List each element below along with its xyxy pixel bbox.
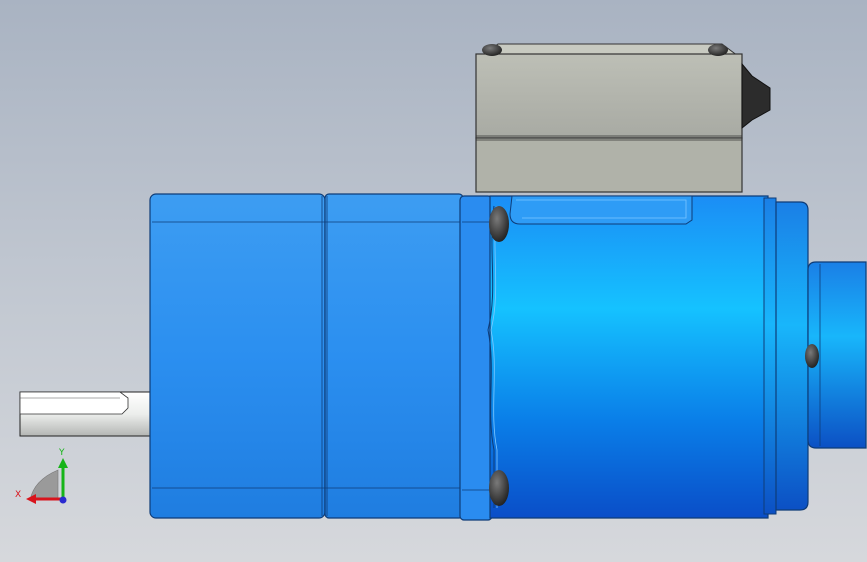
x-axis-label: X	[15, 490, 21, 500]
cable-bracket	[509, 195, 693, 225]
mounting-flange	[459, 195, 493, 521]
motor-drawing: Y X	[15, 43, 867, 521]
gearbox-housing	[149, 193, 464, 519]
coordinate-triad: Y X	[15, 448, 68, 504]
output-shaft	[19, 391, 152, 437]
z-axis-dot	[59, 496, 67, 504]
y-axis-label: Y	[58, 448, 65, 458]
cad-viewport[interactable]: Y X	[0, 0, 867, 562]
y-axis-arrow	[58, 458, 68, 468]
terminal-box	[475, 43, 771, 193]
